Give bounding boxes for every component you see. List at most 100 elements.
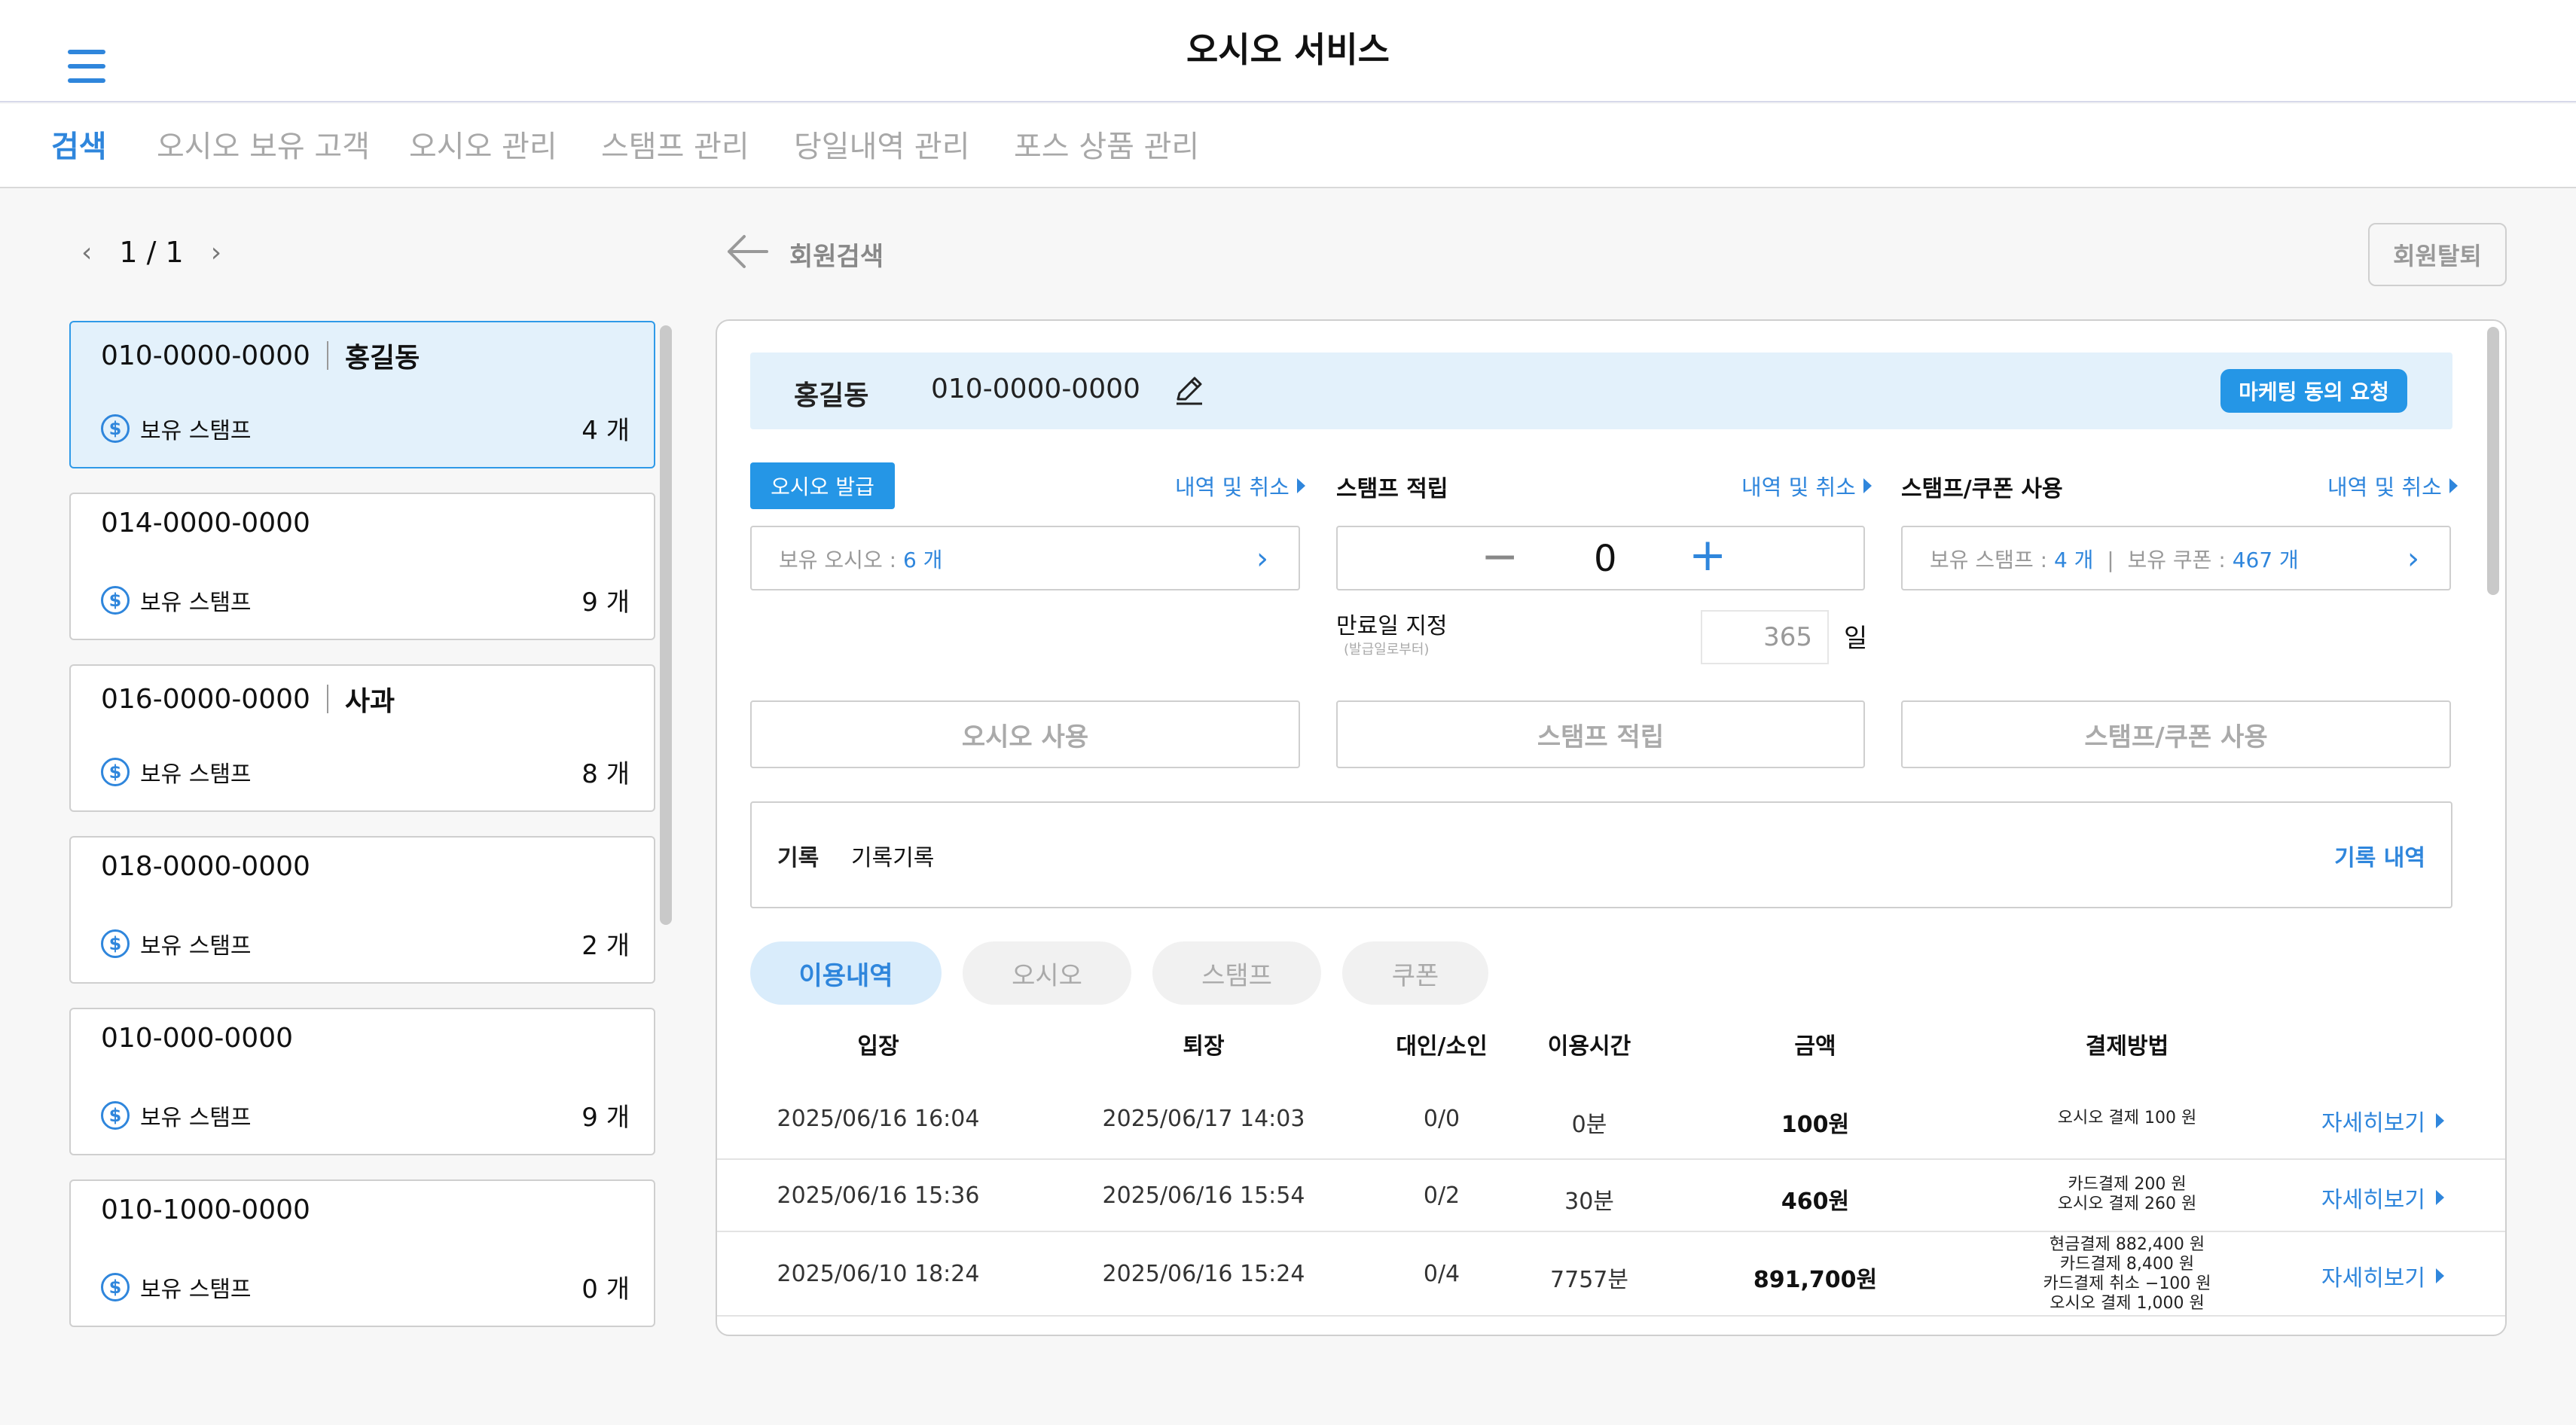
minus-icon[interactable]: − <box>1481 530 1518 583</box>
coupon-holding-value: 467 개 <box>2232 548 2299 572</box>
oshio-holding-field[interactable]: 보유 오시오 : 6 개 › <box>750 526 1300 590</box>
entry-time: 2025/06/16 16:04 <box>777 1106 980 1132</box>
stamp-coin-icon: $ <box>101 585 130 615</box>
stamp-holding-value: 4 개 <box>2053 548 2094 572</box>
member-card[interactable]: 014-0000-0000 $ 보유 스탬프 9 개 <box>69 493 655 640</box>
edit-pencil-icon[interactable] <box>1172 372 1207 407</box>
member-card[interactable]: 010-000-0000 $ 보유 스탬프 9 개 <box>69 1008 655 1155</box>
chevron-right-icon: › <box>2407 542 2419 576</box>
stamp-count: 8 개 <box>581 759 630 789</box>
stamp-coin-icon: $ <box>101 1272 130 1301</box>
stamp-count: 9 개 <box>581 1103 630 1133</box>
triangle-right-icon <box>2436 1113 2444 1128</box>
payment-line: 오시오 결제 100 원 <box>2057 1109 2197 1127</box>
oshio-holding-label: 보유 오시오 : <box>779 548 897 572</box>
tab-coupon-history[interactable]: 쿠폰 <box>1342 941 1488 1005</box>
member-card[interactable]: 018-0000-0000 $ 보유 스탬프 2 개 <box>69 836 655 984</box>
expiry-days-input[interactable]: 365 <box>1701 610 1829 664</box>
payment-method: 오시오 결제 100 원 <box>2058 1109 2196 1128</box>
usage-duration: 30분 <box>1564 1189 1614 1215</box>
column-header-exit: 퇴장 <box>1183 1033 1225 1060</box>
stamp-count: 0 개 <box>581 1274 630 1304</box>
record-history-link[interactable]: 기록 내역 <box>2334 839 2425 872</box>
stamp-accrual-button[interactable]: 스탬프 적립 <box>1336 700 1865 768</box>
table-row: 2025/06/16 16:04 2025/06/17 14:03 0/0 0분… <box>717 1079 2505 1160</box>
stamp-label: 보유 스탬프 <box>140 761 252 788</box>
stamp-label: 보유 스탬프 <box>140 1276 252 1303</box>
payment-method: 카드결제 200 원 오시오 결제 260 원 <box>2058 1175 2196 1214</box>
payment-method: 현금결제 882,400 원 카드결제 8,400 원 카드결제 취소 −100… <box>2043 1235 2211 1314</box>
tab-search[interactable]: 검색 <box>51 122 107 166</box>
pagination: ‹ 1 / 1 › <box>81 233 221 271</box>
expiry-unit: 일 <box>1844 624 1868 654</box>
payment-line: 카드결제 8,400 원 <box>2059 1255 2195 1274</box>
tab-oshio-history[interactable]: 오시오 <box>963 941 1131 1005</box>
back-arrow-icon[interactable] <box>725 233 770 270</box>
app-header: 오시오 서비스 <box>0 0 2576 102</box>
member-name: 홍길동 <box>344 343 420 374</box>
member-card[interactable]: 016-0000-0000 사과 $ 보유 스탬프 8 개 <box>69 664 655 812</box>
stamp-use-history-link[interactable]: 내역 및 취소 <box>2327 470 2458 502</box>
triangle-right-icon <box>1863 478 1872 493</box>
payment-line: 현금결제 882,400 원 <box>2049 1235 2205 1254</box>
divider <box>326 685 328 713</box>
next-page-icon[interactable]: › <box>211 237 221 268</box>
view-details-link[interactable]: 자세히보기 <box>2321 1259 2444 1292</box>
stamp-label: 보유 스탬프 <box>140 1104 252 1131</box>
stamp-coupon-holding-field[interactable]: 보유 스탬프 : 4 개 | 보유 쿠폰 : 467 개 › <box>1901 526 2451 590</box>
prev-page-icon[interactable]: ‹ <box>81 237 92 268</box>
member-card[interactable]: 010-1000-0000 $ 보유 스탬프 0 개 <box>69 1179 655 1327</box>
oshio-issue-button[interactable]: 오시오 발급 <box>750 462 895 509</box>
tab-stamp-history[interactable]: 스탬프 <box>1152 941 1321 1005</box>
oshio-holding-value: 6 개 <box>902 548 943 572</box>
plus-icon[interactable]: + <box>1689 529 1726 581</box>
tab-daily-history[interactable]: 당일내역 관리 <box>794 122 970 166</box>
amount: 100원 <box>1781 1112 1850 1138</box>
tab-pos-products[interactable]: 포스 상품 관리 <box>1014 122 1199 166</box>
view-details-link[interactable]: 자세히보기 <box>2321 1181 2444 1214</box>
member-search-label[interactable]: 회원검색 <box>789 236 884 273</box>
stamp-count: 4 개 <box>581 416 630 446</box>
member-phone: 010-000-0000 <box>101 1023 294 1054</box>
triangle-right-icon <box>2449 478 2458 493</box>
stamp-accrual-history-link[interactable]: 내역 및 취소 <box>1741 470 1872 502</box>
member-list-scrollbar[interactable] <box>660 325 672 925</box>
tab-stamp-management[interactable]: 스탬프 관리 <box>601 122 749 166</box>
amount: 460원 <box>1781 1189 1850 1215</box>
member-detail-panel: 홍길동 010-0000-0000 마케팅 동의 요청 오시오 발급 내역 및 … <box>716 319 2507 1336</box>
view-details-link[interactable]: 자세히보기 <box>2321 1104 2444 1137</box>
people-count: 0/2 <box>1423 1182 1460 1209</box>
exit-time: 2025/06/17 14:03 <box>1102 1106 1305 1132</box>
member-phone: 018-0000-0000 <box>101 851 310 882</box>
column-header-amount: 금액 <box>1794 1033 1836 1060</box>
entry-time: 2025/06/10 18:24 <box>777 1261 980 1287</box>
stamp-count: 9 개 <box>581 587 630 618</box>
marketing-consent-button[interactable]: 마케팅 동의 요청 <box>2220 369 2407 413</box>
view-details-label: 자세히보기 <box>2321 1110 2425 1137</box>
withdraw-member-button[interactable]: 회원탈퇴 <box>2368 223 2507 286</box>
coupon-holding-label: 보유 쿠폰 : <box>2127 548 2226 572</box>
record-label: 기록 <box>777 845 819 871</box>
exit-time: 2025/06/16 15:54 <box>1102 1182 1305 1209</box>
record-box: 기록 기록기록 기록 내역 <box>750 801 2452 908</box>
expiry-sublabel: (발급일로부터) <box>1344 642 1430 658</box>
expiry-label: 만료일 지정 <box>1336 613 1448 639</box>
column-header-payment: 결제방법 <box>2085 1033 2169 1060</box>
app-title: 오시오 서비스 <box>1186 29 1390 70</box>
stamp-coupon-use-button[interactable]: 스탬프/쿠폰 사용 <box>1901 700 2451 768</box>
people-count: 0/4 <box>1423 1261 1460 1287</box>
column-header-duration: 이용시간 <box>1547 1033 1631 1060</box>
tab-oshio-customers[interactable]: 오시오 보유 고객 <box>157 122 370 166</box>
member-card[interactable]: 010-0000-0000 홍길동 $ 보유 스탬프 4 개 <box>69 321 655 468</box>
tab-usage-history[interactable]: 이용내역 <box>750 941 942 1005</box>
tab-oshio-management[interactable]: 오시오 관리 <box>409 122 557 166</box>
stamp-label: 보유 스탬프 <box>140 417 252 444</box>
detail-scrollbar[interactable] <box>2487 327 2499 595</box>
oshio-use-button[interactable]: 오시오 사용 <box>750 700 1300 768</box>
chevron-right-icon: › <box>1256 542 1268 576</box>
column-header-people: 대인/소인 <box>1396 1033 1488 1060</box>
oshio-history-link[interactable]: 내역 및 취소 <box>1175 470 1305 502</box>
people-count: 0/0 <box>1423 1106 1460 1132</box>
triangle-right-icon <box>2436 1268 2444 1283</box>
history-link-label: 내역 및 취소 <box>2327 474 2442 500</box>
